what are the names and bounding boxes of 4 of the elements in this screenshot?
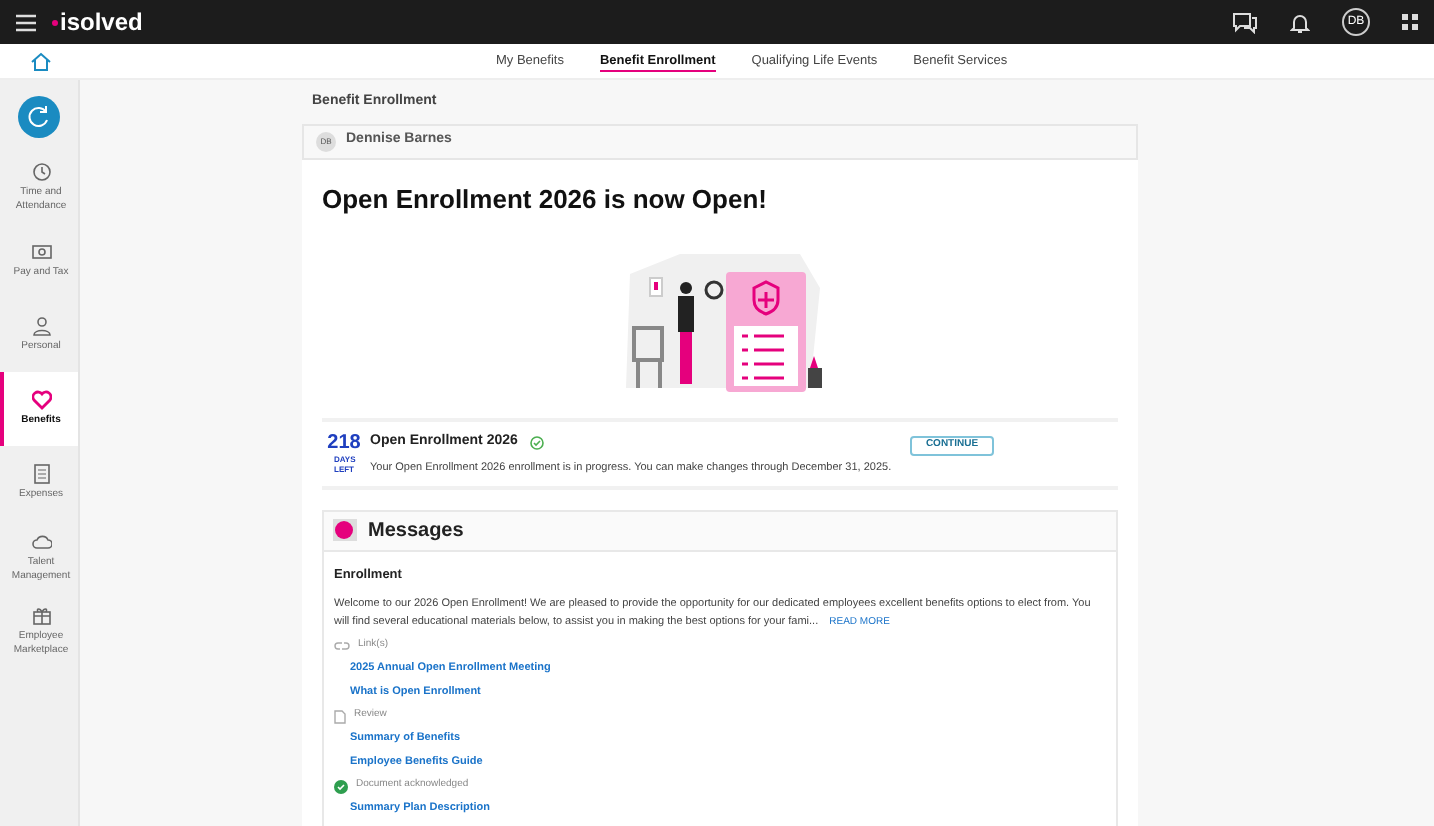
logo[interactable]: isolved [60,4,143,40]
messages-title: Messages [368,517,464,546]
days-count: 218 [327,433,361,454]
page-heading: Open Enrollment 2026 is now Open! [322,181,769,218]
